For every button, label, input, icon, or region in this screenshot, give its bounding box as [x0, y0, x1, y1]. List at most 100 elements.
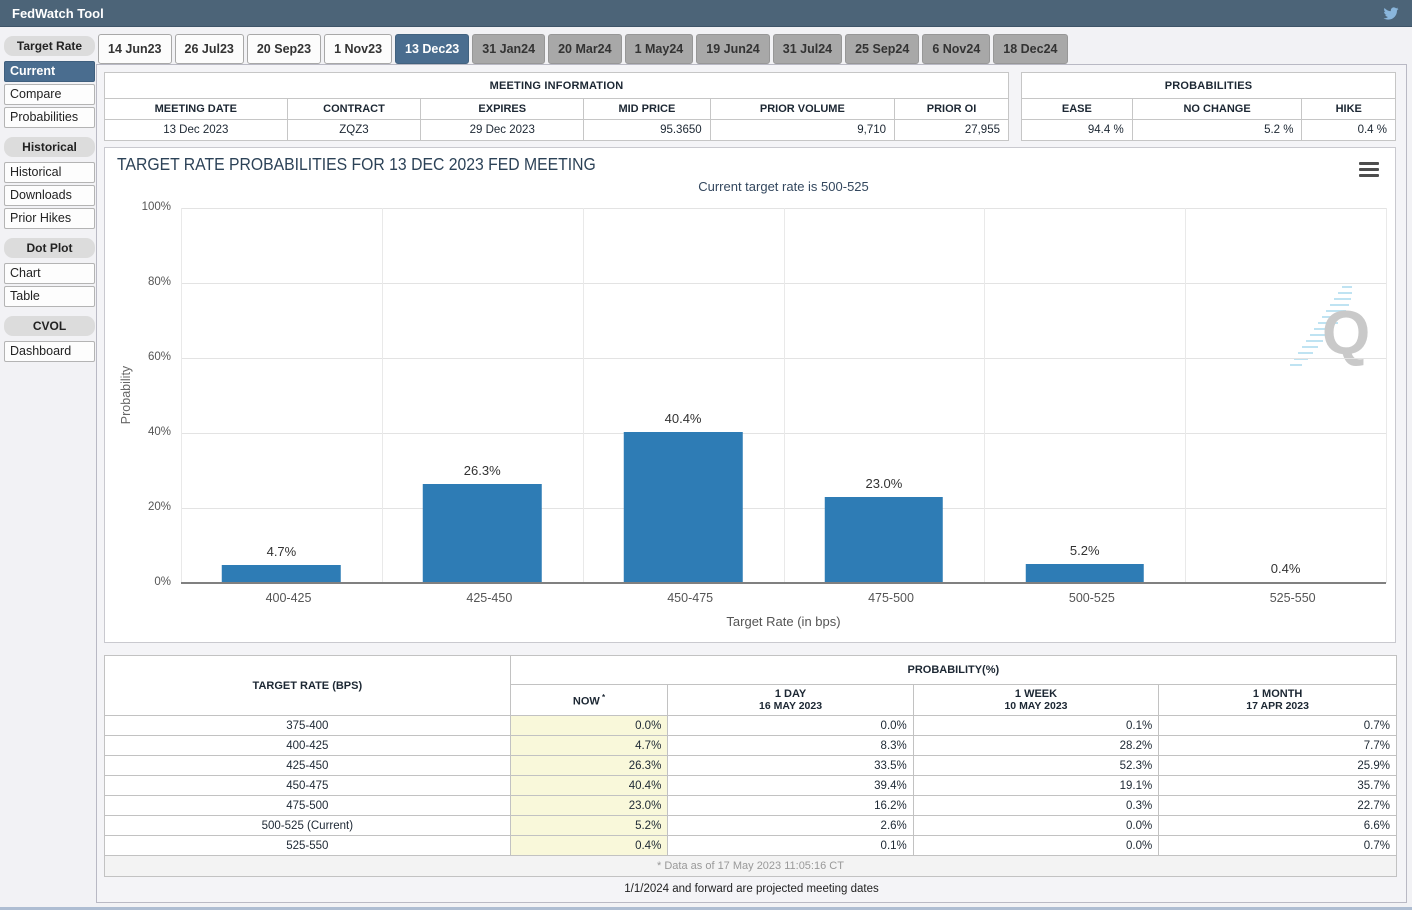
sidebar: Target RateCurrentCompareProbabilitiesHi…	[4, 36, 95, 364]
sidebar-item-prior-hikes[interactable]: Prior Hikes	[4, 208, 95, 229]
probability-header-cell: PROBABILITY(%)	[510, 656, 1396, 685]
prob-value-cell: 52.3%	[913, 756, 1158, 776]
tab-1-may24[interactable]: 1 May24	[625, 34, 694, 64]
sidebar-item-chart[interactable]: Chart	[4, 263, 95, 284]
meeting-info-header-expires: EXPIRES	[421, 99, 584, 120]
chart-title: TARGET RATE PROBABILITIES FOR 13 DEC 202…	[117, 154, 596, 175]
tab-31-jul24[interactable]: 31 Jul24	[773, 34, 842, 64]
prob-value-cell: 0.0%	[510, 716, 668, 736]
gridline-v	[1386, 208, 1387, 583]
bar-category-475-500: 23.0%	[784, 208, 985, 583]
rate-cell: 450-475	[105, 776, 511, 796]
app-header: FedWatch Tool	[0, 0, 1412, 27]
prob-value-cell: 33.5%	[668, 756, 913, 776]
prob-value-cell: 0.1%	[913, 716, 1158, 736]
chart-menu-icon[interactable]	[1359, 162, 1379, 177]
bar-425-450[interactable]	[423, 484, 541, 583]
meeting-info-value-expires: 29 Dec 2023	[421, 120, 584, 141]
meeting-info-header-contract: CONTRACT	[287, 99, 421, 120]
meeting-information-table: MEETING INFORMATIONMEETING DATECONTRACTE…	[104, 72, 1009, 141]
prob-summary-header-ease: EASE	[1022, 99, 1133, 120]
bar-category-450-475: 40.4%	[583, 208, 784, 583]
prob-value-cell: 0.0%	[913, 836, 1158, 856]
meeting-info-header-prior-volume: PRIOR VOLUME	[710, 99, 894, 120]
tab-6-nov24[interactable]: 6 Nov24	[922, 34, 990, 64]
prob-summary-value-no-change: 5.2 %	[1132, 120, 1302, 141]
rate-cell: 375-400	[105, 716, 511, 736]
tab-25-sep24[interactable]: 25 Sep24	[845, 34, 919, 64]
twitter-icon[interactable]	[1382, 6, 1400, 21]
tab-20-mar24[interactable]: 20 Mar24	[548, 34, 622, 64]
bar-value-label: 4.7%	[181, 544, 382, 559]
prob-value-cell: 0.4%	[510, 836, 668, 856]
chart-panel: TARGET RATE PROBABILITIES FOR 13 DEC 202…	[104, 147, 1396, 643]
bar-value-label: 5.2%	[984, 543, 1185, 558]
meeting-info-value-prior-volume: 9,710	[710, 120, 894, 141]
tab-13-dec23[interactable]: 13 Dec23	[395, 34, 469, 64]
sidebar-item-current[interactable]: Current	[4, 61, 95, 82]
sidebar-group-historical: Historical	[4, 137, 95, 157]
bar-category-525-550: 0.4%	[1185, 208, 1386, 583]
prob-value-cell: 6.6%	[1159, 816, 1397, 836]
sidebar-item-probabilities[interactable]: Probabilities	[4, 107, 95, 128]
prob-summary-value-hike: 0.4 %	[1302, 120, 1396, 141]
rate-cell: 400-425	[105, 736, 511, 756]
rate-header-cell: TARGET RATE (BPS)	[105, 656, 511, 716]
y-tick-label: 0%	[105, 576, 171, 588]
data-as-of-footnote: * Data as of 17 May 2023 11:05:16 CT	[105, 856, 1397, 877]
prob-value-cell: 35.7%	[1159, 776, 1397, 796]
x-tick-label: 450-475	[583, 591, 798, 607]
bar-value-label: 40.4%	[583, 411, 784, 426]
x-tick-label: 525-550	[1185, 591, 1400, 607]
bar-category-500-525: 5.2%	[984, 208, 1185, 583]
bar-category-400-425: 4.7%	[181, 208, 382, 583]
prob-summary-title: PROBABILITIES	[1022, 73, 1396, 99]
y-tick-label: 40%	[105, 426, 171, 438]
table-row-425-450: 425-45026.3%33.5%52.3%25.9%	[105, 756, 1397, 776]
prob-value-cell: 0.7%	[1159, 716, 1397, 736]
tab-18-dec24[interactable]: 18 Dec24	[993, 34, 1067, 64]
prob-value-cell: 8.3%	[668, 736, 913, 756]
sidebar-item-historical[interactable]: Historical	[4, 162, 95, 183]
bar-value-label: 26.3%	[382, 463, 583, 478]
column-header-1-day: 1 DAY16 MAY 2023	[668, 685, 913, 716]
prob-value-cell: 28.2%	[913, 736, 1158, 756]
bar-450-475[interactable]	[624, 432, 742, 584]
probabilities-summary-table: PROBABILITIESEASENO CHANGEHIKE94.4 %5.2 …	[1021, 72, 1396, 141]
prob-value-cell: 0.0%	[913, 816, 1158, 836]
prob-value-cell: 23.0%	[510, 796, 668, 816]
sidebar-item-dashboard[interactable]: Dashboard	[4, 341, 95, 362]
tab-31-jan24[interactable]: 31 Jan24	[472, 34, 545, 64]
prob-value-cell: 5.2%	[510, 816, 668, 836]
prob-value-cell: 39.4%	[668, 776, 913, 796]
sidebar-item-compare[interactable]: Compare	[4, 84, 95, 105]
y-tick-label: 80%	[105, 276, 171, 288]
bar-475-500[interactable]	[825, 497, 943, 583]
column-header-1-week: 1 WEEK10 MAY 2023	[913, 685, 1158, 716]
prob-summary-header-hike: HIKE	[1302, 99, 1396, 120]
sidebar-item-table[interactable]: Table	[4, 286, 95, 307]
tab-26-jul23[interactable]: 26 Jul23	[175, 34, 244, 64]
y-tick-label: 60%	[105, 351, 171, 363]
bar-500-525[interactable]	[1025, 564, 1143, 584]
table-row-475-500: 475-50023.0%16.2%0.3%22.7%	[105, 796, 1397, 816]
prob-value-cell: 0.1%	[668, 836, 913, 856]
rate-cell: 475-500	[105, 796, 511, 816]
probability-history-table: TARGET RATE (BPS)PROBABILITY(%)NOW *1 DA…	[104, 655, 1397, 877]
tab-19-jun24[interactable]: 19 Jun24	[696, 34, 770, 64]
bar-400-425[interactable]	[222, 565, 340, 583]
prob-value-cell: 4.7%	[510, 736, 668, 756]
prob-summary-value-ease: 94.4 %	[1022, 120, 1133, 141]
chart-subtitle: Current target rate is 500-525	[181, 179, 1386, 194]
rate-cell: 500-525 (Current)	[105, 816, 511, 836]
sidebar-item-downloads[interactable]: Downloads	[4, 185, 95, 206]
tab-14-jun23[interactable]: 14 Jun23	[98, 34, 172, 64]
tab-20-sep23[interactable]: 20 Sep23	[247, 34, 321, 64]
meeting-info-value-mid-price: 95.3650	[584, 120, 711, 141]
prob-value-cell: 26.3%	[510, 756, 668, 776]
y-tick-label: 20%	[105, 501, 171, 513]
main-content: MEETING INFORMATIONMEETING DATECONTRACTE…	[96, 64, 1407, 903]
y-tick-label: 100%	[105, 201, 171, 213]
tab-1-nov23[interactable]: 1 Nov23	[324, 34, 392, 64]
table-row-525-550: 525-5500.4%0.1%0.0%0.7%	[105, 836, 1397, 856]
